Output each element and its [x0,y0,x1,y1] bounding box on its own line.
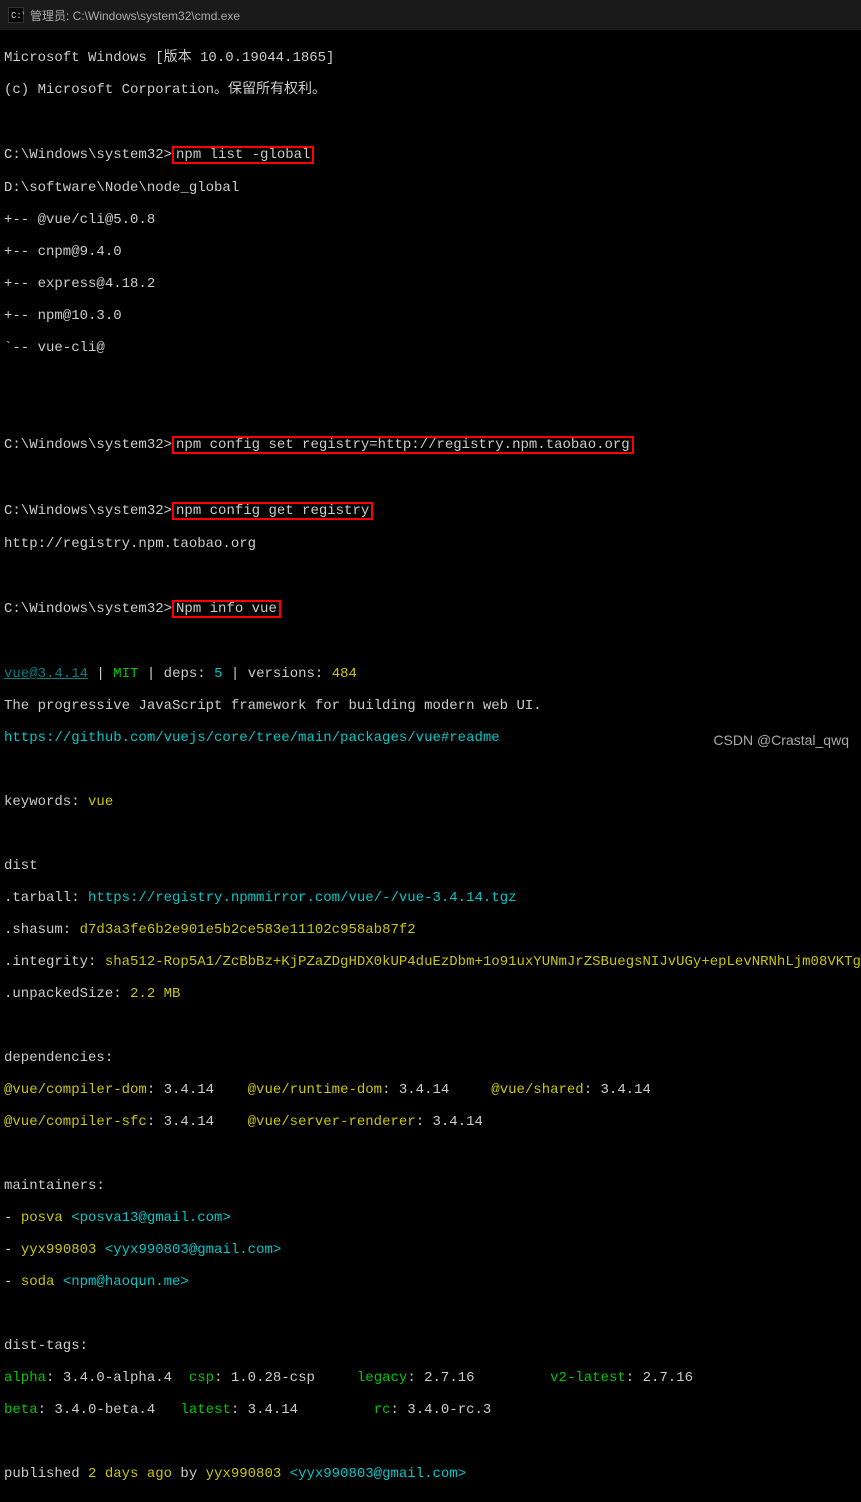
published-line: published 2 days ago by yyx990803 <yyx99… [4,1466,857,1482]
window-titlebar: C:\ 管理员: C:\Windows\system32\cmd.exe [0,0,861,30]
deps-label: dependencies: [4,1050,857,1066]
highlighted-command: npm list -global [172,146,314,164]
deps-line: @vue/compiler-sfc: 3.4.14 @vue/server-re… [4,1114,857,1130]
maintainer-line: - soda <npm@haoqun.me> [4,1274,857,1290]
command-line: C:\Windows\system32>Npm info vue [4,600,857,618]
maintainer-line: - posva <posva13@gmail.com> [4,1210,857,1226]
maintainers-label: maintainers: [4,1178,857,1194]
unpacked-line: .unpackedSize: 2.2 MB [4,986,857,1002]
list-item: +-- cnpm@9.4.0 [4,244,857,260]
svg-text:C:\: C:\ [11,11,24,21]
highlighted-command: npm config get registry [172,502,373,520]
keywords-line: keywords: vue [4,794,857,810]
dist-label: dist [4,858,857,874]
deps-line: @vue/compiler-dom: 3.4.14 @vue/runtime-d… [4,1082,857,1098]
command-line: C:\Windows\system32>npm config get regis… [4,502,857,520]
shasum-line: .shasum: d7d3a3fe6b2e901e5b2ce583e11102c… [4,922,857,938]
integrity-line: .integrity: sha512-Rop5A1/ZcBbBz+KjPZaZD… [4,954,857,970]
highlighted-command: Npm info vue [172,600,281,618]
list-item: +-- npm@10.3.0 [4,308,857,324]
watermark: CSDN @Crastal_qwq [713,732,849,748]
cmd-icon: C:\ [8,7,24,23]
package-desc: The progressive JavaScript framework for… [4,698,857,714]
disttags-line: alpha: 3.4.0-alpha.4 csp: 1.0.28-csp leg… [4,1370,857,1386]
highlighted-command: npm config set registry=http://registry.… [172,436,634,454]
list-item: `-- vue-cli@ [4,340,857,356]
header-line: Microsoft Windows [版本 10.0.19044.1865] [4,50,857,66]
command-line: C:\Windows\system32>npm list -global [4,146,857,164]
terminal-output: Microsoft Windows [版本 10.0.19044.1865] (… [0,30,861,1502]
disttags-line: beta: 3.4.0-beta.4 latest: 3.4.14 rc: 3.… [4,1402,857,1418]
tarball-line: .tarball: https://registry.npmmirror.com… [4,890,857,906]
maintainer-line: - yyx990803 <yyx990803@gmail.com> [4,1242,857,1258]
disttags-label: dist-tags: [4,1338,857,1354]
command-line: C:\Windows\system32>npm config set regis… [4,436,857,454]
window-title: 管理员: C:\Windows\system32\cmd.exe [30,7,240,24]
header-line: (c) Microsoft Corporation。保留所有权利。 [4,82,857,98]
list-item: +-- express@4.18.2 [4,276,857,292]
list-item: +-- @vue/cli@5.0.8 [4,212,857,228]
package-header: vue@3.4.14 | MIT | deps: 5 | versions: 4… [4,666,857,682]
output-line: D:\software\Node\node_global [4,180,857,196]
output-line: http://registry.npm.taobao.org [4,536,857,552]
